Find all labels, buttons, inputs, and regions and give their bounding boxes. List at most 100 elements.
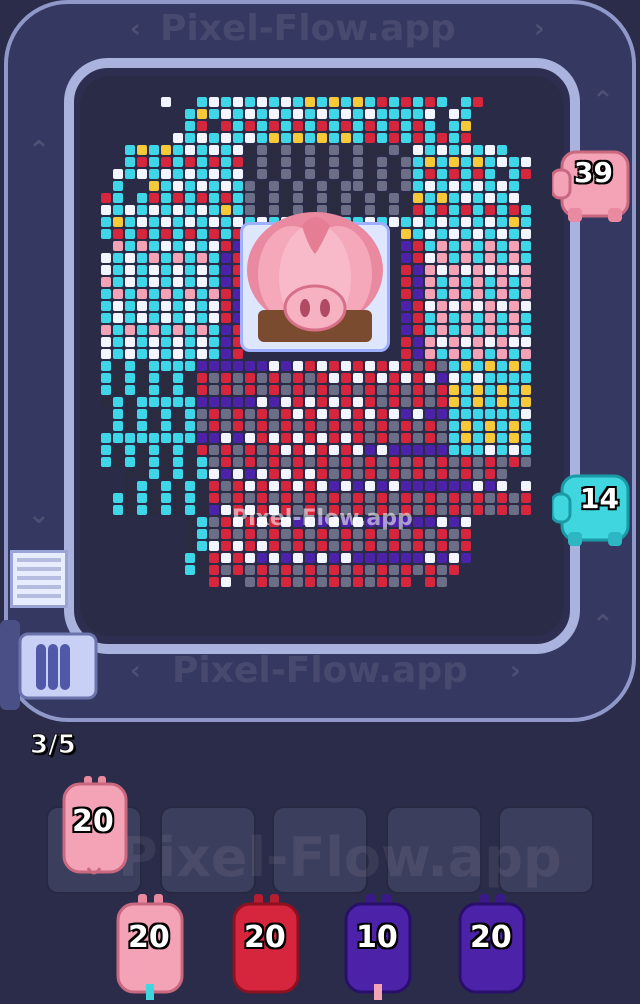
pixel-block bbox=[509, 289, 519, 299]
pixel-block bbox=[353, 193, 363, 203]
pixel-block bbox=[377, 385, 387, 395]
pixel-block bbox=[389, 157, 399, 167]
pixel-block bbox=[269, 565, 279, 575]
pixel-block bbox=[113, 217, 123, 227]
pixel-block bbox=[329, 361, 339, 371]
pixel-block bbox=[341, 121, 351, 131]
track-pig[interactable]: 14 bbox=[550, 470, 638, 552]
pixel-block bbox=[437, 133, 447, 143]
pixel-block bbox=[473, 373, 483, 383]
pixel-block bbox=[425, 277, 435, 287]
pixel-block bbox=[473, 181, 483, 191]
pixel-block bbox=[269, 361, 279, 371]
watermark-middle: Pixel-Flow.app bbox=[232, 506, 413, 531]
pixel-block bbox=[521, 445, 531, 455]
pixel-block bbox=[389, 169, 399, 179]
track-pig[interactable]: 39 bbox=[550, 146, 638, 228]
pixel-block bbox=[509, 217, 519, 227]
pixel-block bbox=[485, 361, 495, 371]
pig-queue: 20 20 10 20 bbox=[0, 892, 640, 1000]
pixel-block bbox=[221, 577, 231, 587]
pixel-block bbox=[173, 265, 183, 275]
pixel-block bbox=[281, 469, 291, 479]
pixel-block bbox=[161, 205, 171, 215]
pixel-block bbox=[509, 349, 519, 359]
pixel-block bbox=[209, 241, 219, 251]
pixel-block bbox=[425, 517, 435, 527]
pixel-block bbox=[449, 373, 459, 383]
pixel-block bbox=[173, 493, 183, 503]
pixel-block bbox=[185, 277, 195, 287]
pixel-block bbox=[281, 373, 291, 383]
pixel-block bbox=[377, 493, 387, 503]
pixel-block bbox=[293, 145, 303, 155]
pixel-block bbox=[173, 277, 183, 287]
pixel-block bbox=[377, 397, 387, 407]
pixel-block bbox=[341, 457, 351, 467]
pixel-block bbox=[521, 505, 531, 515]
pixel-block bbox=[461, 193, 471, 203]
pixel-block bbox=[353, 361, 363, 371]
pixel-block bbox=[209, 277, 219, 287]
pixel-block bbox=[257, 493, 267, 503]
pixel-block bbox=[353, 493, 363, 503]
pixel-block bbox=[125, 301, 135, 311]
pixel-block bbox=[269, 385, 279, 395]
pixel-block bbox=[257, 193, 267, 203]
pixel-block bbox=[173, 253, 183, 263]
pixel-block bbox=[521, 277, 531, 287]
pixel-block bbox=[521, 373, 531, 383]
queue-pig[interactable]: 20 bbox=[452, 892, 532, 1004]
pixel-block bbox=[161, 193, 171, 203]
pixel-block bbox=[437, 325, 447, 335]
pixel-block bbox=[509, 265, 519, 275]
pixel-block bbox=[425, 541, 435, 551]
pixel-block bbox=[389, 133, 399, 143]
pixel-block bbox=[509, 373, 519, 383]
pixel-block bbox=[317, 109, 327, 119]
pixel-block bbox=[173, 301, 183, 311]
pixel-block bbox=[353, 409, 363, 419]
pixel-block bbox=[197, 541, 207, 551]
pixel-block bbox=[137, 241, 147, 251]
pixel-block bbox=[125, 421, 135, 431]
pixel-block bbox=[497, 349, 507, 359]
pixel-block bbox=[281, 133, 291, 143]
pixel-block bbox=[113, 421, 123, 431]
pixel-block bbox=[461, 541, 471, 551]
queue-pig[interactable]: 20 bbox=[226, 892, 306, 1004]
pixel-block bbox=[113, 265, 123, 275]
pixel-block bbox=[257, 397, 267, 407]
pixel-block bbox=[113, 361, 123, 371]
pixel-block bbox=[221, 541, 231, 551]
pixel-block bbox=[437, 217, 447, 227]
pixel-block bbox=[317, 121, 327, 131]
pixel-block bbox=[437, 313, 447, 323]
pixel-block bbox=[401, 361, 411, 371]
pixel-block bbox=[233, 421, 243, 431]
pixel-block bbox=[389, 577, 399, 587]
chevron-right-icon: › bbox=[534, 14, 545, 44]
pixel-block bbox=[197, 301, 207, 311]
pixel-block bbox=[257, 109, 267, 119]
pixel-block bbox=[437, 169, 447, 179]
pixel-block bbox=[137, 313, 147, 323]
pixel-block bbox=[437, 373, 447, 383]
pixel-block bbox=[353, 565, 363, 575]
pixel-block bbox=[473, 505, 483, 515]
pixel-block bbox=[245, 493, 255, 503]
pixel-block bbox=[317, 421, 327, 431]
pixel-block bbox=[149, 229, 159, 239]
pixel-block bbox=[473, 145, 483, 155]
pixel-block bbox=[425, 553, 435, 563]
pixel-block bbox=[485, 193, 495, 203]
queue-pig[interactable]: 20 bbox=[110, 892, 190, 1004]
pixel-block bbox=[233, 409, 243, 419]
pixel-block bbox=[317, 553, 327, 563]
pixel-block bbox=[473, 325, 483, 335]
pixel-block bbox=[317, 385, 327, 395]
pixel-block bbox=[521, 217, 531, 227]
queue-pig[interactable]: 10 bbox=[338, 892, 418, 1004]
pixel-block bbox=[125, 253, 135, 263]
slot-pig[interactable]: 20 bbox=[58, 776, 130, 884]
